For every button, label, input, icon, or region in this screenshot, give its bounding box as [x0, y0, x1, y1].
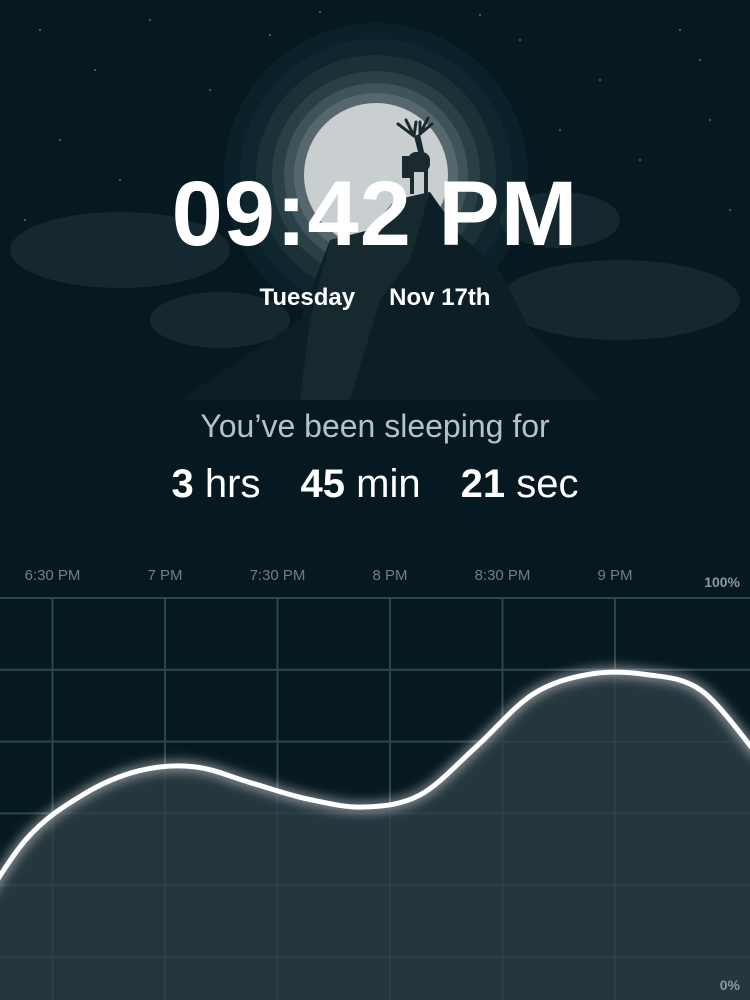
x-tick-label: 7 PM [147, 567, 182, 584]
x-tick-label: 6:30 PM [25, 567, 81, 584]
x-tick-label: 8:30 PM [475, 567, 531, 584]
sleep-tracker-screen: 09:42 PM Tuesday Nov 17th You’ve been sl… [0, 0, 750, 1000]
sleep-area-fill [0, 672, 750, 1000]
y-max-label: 100% [704, 574, 740, 590]
x-tick-label: 8 PM [372, 567, 407, 584]
x-tick-label: 7:30 PM [250, 567, 306, 584]
y-min-label: 0% [720, 977, 741, 993]
chart-area-layer [0, 597, 750, 1000]
x-tick-label: 9 PM [597, 567, 632, 584]
sleep-chart: 6:30 PM 7 PM 7:30 PM 8 PM 8:30 PM 9 PM 100% 0% [0, 567, 750, 1000]
